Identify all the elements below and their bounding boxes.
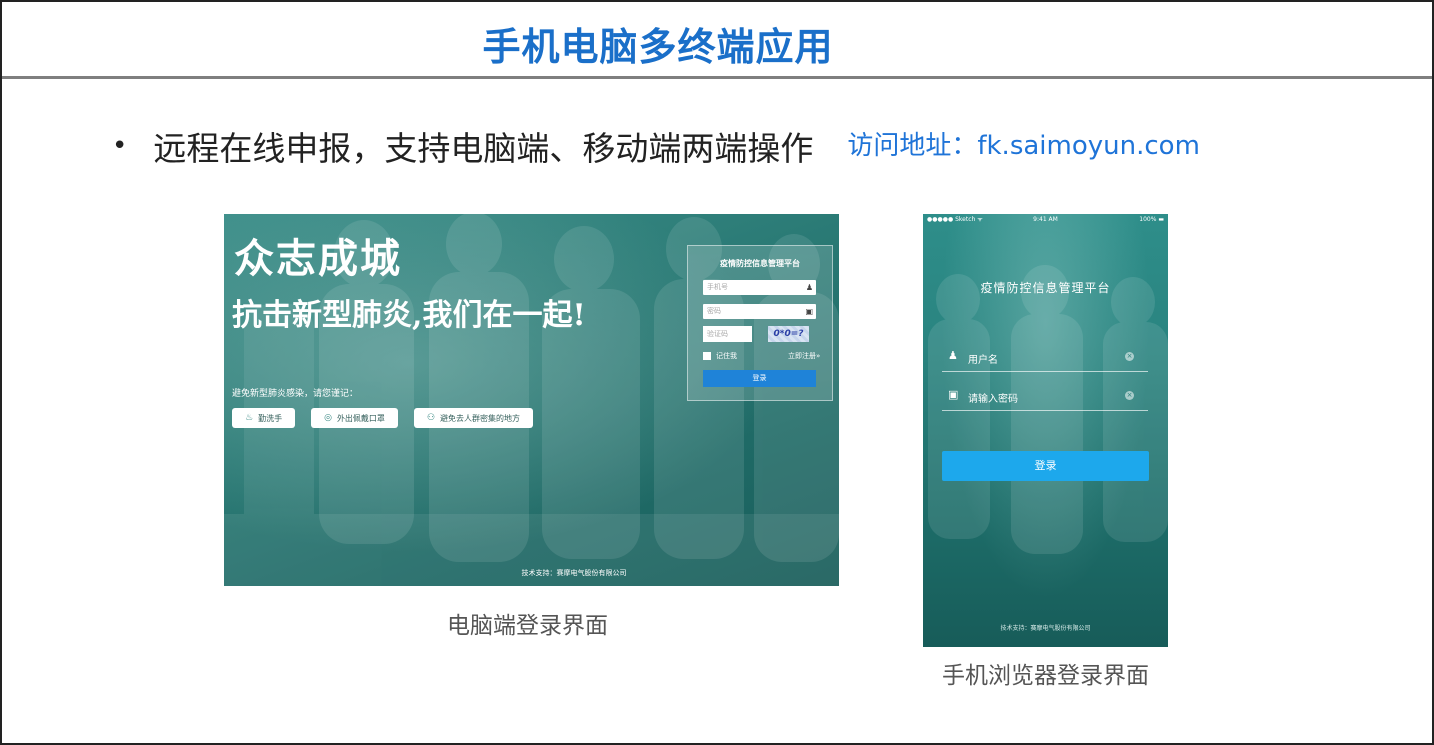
tip-avoid-crowds[interactable]: ⚇ 避免去人群密集的地方 [413, 408, 534, 428]
pc-tips: ♨ 勤洗手 ◎ 外出佩戴口罩 ⚇ 避免去人群密集的地方 [232, 408, 534, 428]
bullet-line: • 远程在线申报，支持电脑端、移动端两端操作 访问地址：fk.saimoyun.… [112, 122, 1200, 170]
remember-checkbox[interactable] [703, 352, 711, 360]
pc-headline: 众志成城 [234, 235, 402, 282]
pc-login-title: 疫情防控信息管理平台 [720, 259, 800, 268]
remember-label: 记住我 [716, 352, 737, 360]
tip-wash-hands[interactable]: ♨ 勤洗手 [232, 408, 296, 428]
visit-address-link[interactable]: 访问地址：fk.saimoyun.com [847, 125, 1200, 162]
username-placeholder: 用户名 [968, 355, 998, 366]
captcha-input[interactable]: 验证码 [703, 326, 752, 342]
phone-input[interactable]: 手机号 ♟ [703, 280, 816, 295]
pc-reminder: 避免新型肺炎感染，请您谨记： [232, 389, 359, 399]
phone-placeholder: 手机号 [707, 283, 728, 291]
tip-label: 勤洗手 [258, 413, 283, 423]
mobile-login-button[interactable]: 登录 [942, 451, 1149, 481]
slide-title: 手机电脑多终端应用 [482, 25, 834, 69]
pc-login-panel: 疫情防控信息管理平台 手机号 ♟ 密码 ▣ 验证码 0*0=? 记住我 立即注册… [687, 245, 833, 401]
slide-frame: 手机电脑多终端应用 • 远程在线申报，支持电脑端、移动端两端操作 访问地址：fk… [0, 0, 1434, 745]
title-bar: 手机电脑多终端应用 [2, 2, 1432, 79]
mobile-login-screenshot: ●●●●● Sketch ᯤ 9:41 AM 100% ▬ 疫情防控信息管理平台… [923, 214, 1168, 647]
clear-icon[interactable]: × [1125, 391, 1134, 400]
status-time: 9:41 AM [1033, 216, 1058, 223]
tip-wear-mask[interactable]: ◎ 外出佩戴口罩 [311, 408, 398, 428]
password-placeholder: 密码 [707, 307, 721, 315]
tip-label: 避免去人群密集的地方 [440, 413, 521, 423]
user-icon: ♟ [948, 349, 958, 362]
pc-caption: 电脑端登录界面 [447, 613, 608, 639]
bullet-text: 远程在线申报，支持电脑端、移动端两端操作 [153, 129, 814, 168]
captcha-placeholder: 验证码 [707, 330, 728, 338]
pc-login-button[interactable]: 登录 [703, 370, 816, 387]
lock-icon: ▣ [805, 307, 813, 316]
mask-icon: ◎ [324, 413, 332, 423]
register-link[interactable]: 立即注册» [788, 351, 820, 361]
lock-icon: ▣ [948, 388, 959, 401]
password-input[interactable]: 密码 ▣ [703, 304, 816, 319]
pc-support-text: 技术支持：赛摩电气股份有限公司 [521, 569, 627, 577]
captcha-image[interactable]: 0*0=? [768, 326, 809, 342]
tip-label: 外出佩戴口罩 [336, 413, 385, 423]
hand-wash-icon: ♨ [245, 413, 254, 423]
bullet-dot: • [112, 131, 128, 161]
remember-me[interactable]: 记住我 [703, 351, 737, 361]
pc-subheadline: 抗击新型肺炎,我们在一起! [232, 298, 586, 333]
battery-icon: 100% ▬ [1139, 216, 1164, 223]
mobile-status-bar: ●●●●● Sketch ᯤ 9:41 AM 100% ▬ [923, 214, 1168, 226]
clear-icon[interactable]: × [1125, 352, 1134, 361]
mobile-caption: 手机浏览器登录界面 [942, 663, 1149, 689]
mobile-title: 疫情防控信息管理平台 [980, 281, 1111, 295]
username-field[interactable]: ♟ 用户名 × [942, 345, 1148, 372]
password-placeholder: 请输入密码 [968, 394, 1018, 405]
password-field[interactable]: ▣ 请输入密码 × [942, 384, 1148, 411]
crowd-icon: ⚇ [426, 413, 436, 423]
mobile-support-text: 技术支持：赛摩电气股份有限公司 [1000, 625, 1091, 632]
user-icon: ♟ [805, 283, 813, 292]
pc-login-screenshot: 众志成城 抗击新型肺炎,我们在一起! 避免新型肺炎感染，请您谨记： ♨ 勤洗手 … [224, 214, 839, 586]
